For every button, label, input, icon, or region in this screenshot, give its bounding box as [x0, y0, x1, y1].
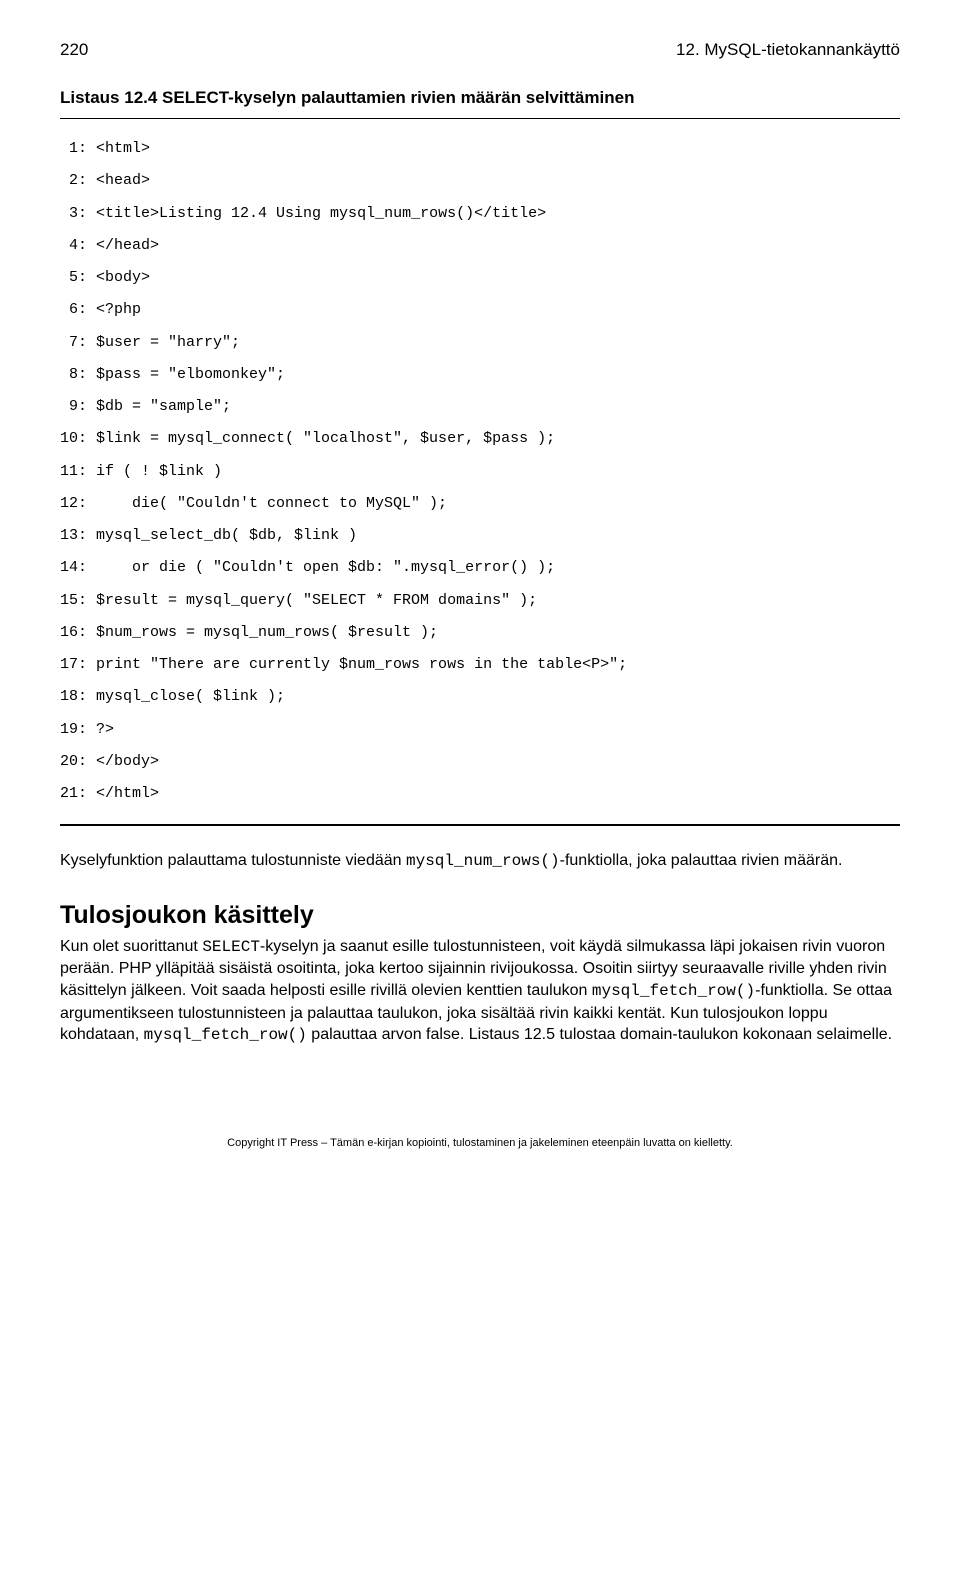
page-number: 220	[60, 40, 88, 60]
text-fragment: Kun olet suorittanut	[60, 938, 202, 955]
code-fragment: mysql_fetch_row()	[592, 982, 755, 1000]
code-fragment: mysql_fetch_row()	[144, 1026, 307, 1044]
text-fragment: Kyselyfunktion palauttama tulostunniste …	[60, 852, 406, 869]
page-header: 220 12. MySQL-tietokannankäyttö	[60, 40, 900, 60]
code-fragment: SELECT	[202, 938, 260, 956]
divider-bottom	[60, 824, 900, 826]
listing-title: Listaus 12.4 SELECT-kyselyn palauttamien…	[60, 88, 900, 108]
paragraph-intro: Kyselyfunktion palauttama tulostunniste …	[60, 850, 900, 873]
divider-top	[60, 118, 900, 119]
code-listing: 1: <html> 2: <head> 3: <title>Listing 12…	[60, 133, 900, 810]
chapter-title: 12. MySQL-tietokannankäyttö	[676, 40, 900, 60]
text-fragment: -funktiolla, joka palauttaa rivien määrä…	[560, 852, 843, 869]
code-fragment: mysql_num_rows()	[406, 852, 560, 870]
text-fragment: palauttaa arvon false. Listaus 12.5 tulo…	[307, 1026, 892, 1043]
page-container: 220 12. MySQL-tietokannankäyttö Listaus …	[0, 0, 960, 1209]
page-footer: Copyright IT Press – Tämän e-kirjan kopi…	[60, 1137, 900, 1149]
section-heading: Tulosjoukon käsittely	[60, 901, 900, 930]
section-paragraph: Kun olet suorittanut SELECT-kyselyn ja s…	[60, 936, 900, 1047]
